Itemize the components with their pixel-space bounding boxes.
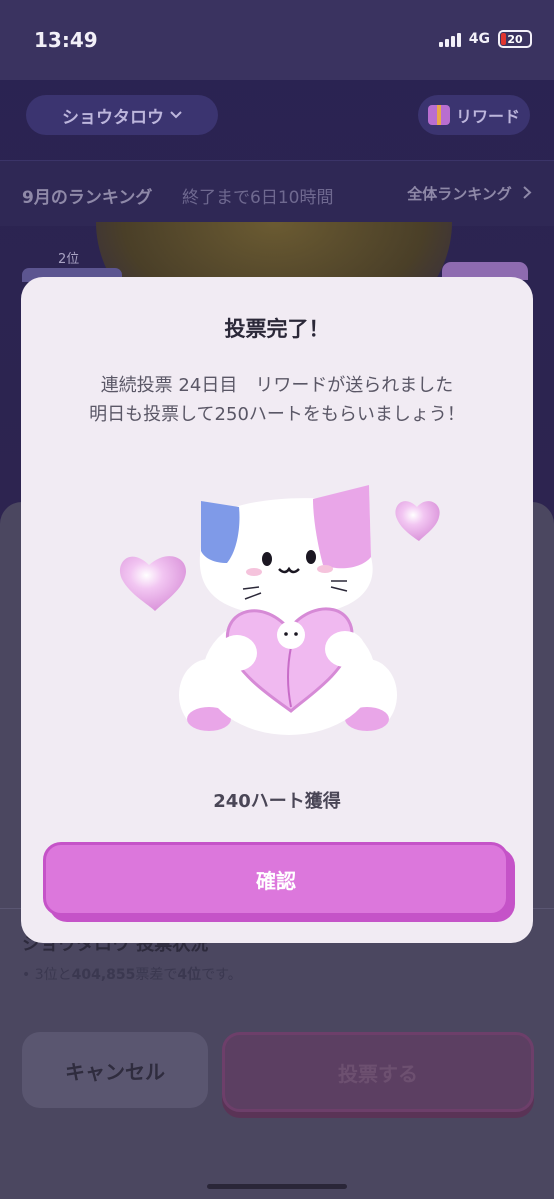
confirm-button[interactable]: 確認 — [43, 842, 509, 916]
network-type: 4G — [468, 31, 490, 47]
battery-level: 20 — [507, 32, 523, 46]
group-name: ショウタロウ — [62, 107, 164, 128]
heart-icon-right — [395, 501, 440, 541]
gift-icon — [427, 105, 450, 125]
status-mid: 票差で — [135, 967, 178, 983]
group-selector-button[interactable]: ショウタロウ — [26, 95, 218, 135]
status-prefix: • 3位と — [22, 967, 72, 983]
status-time: 13:49 — [34, 28, 98, 52]
rank-second-label: 2位 — [58, 252, 80, 267]
status-suffix: です。 — [201, 967, 242, 983]
ranking-bar: 9月のランキング 終了まで6日10時間 全体ランキング — [0, 160, 554, 226]
cat-mascot-illustration — [119, 485, 440, 735]
current-rank: 4位 — [177, 967, 202, 983]
chevron-right-icon — [523, 186, 532, 199]
modal-title: 投票完了！ — [224, 317, 330, 341]
gap-votes: 404,855 — [71, 967, 136, 983]
modal-message: 連続投票 24日目 リワードが送られました 明日も投票して250ハートをもらいま… — [21, 371, 533, 429]
reward-button[interactable]: リワード — [418, 95, 530, 135]
all-ranking-label: 全体ランキング — [407, 185, 512, 203]
status-bar: 13:49 4G 20 — [0, 0, 554, 80]
modal-message-line2: 明日も投票して250ハートをもらいましょう！ — [89, 404, 465, 425]
signal-icon — [438, 31, 461, 47]
heart-icon-left — [119, 556, 187, 611]
all-ranking-link[interactable]: 全体ランキング — [407, 183, 532, 204]
chevron-down-icon — [170, 111, 182, 119]
cancel-button[interactable]: キャンセル — [22, 1032, 208, 1108]
status-indicators: 4G 20 — [438, 30, 532, 48]
battery-icon: 20 — [498, 30, 532, 48]
ranking-remaining: 終了まで6日10時間 — [182, 188, 334, 208]
vote-button[interactable]: 投票する — [222, 1032, 534, 1112]
modal-message-line1: 連続投票 24日目 リワードが送られました — [100, 375, 454, 396]
ranking-title: 9月のランキング — [22, 188, 153, 208]
reward-result: 240ハート獲得 — [213, 791, 341, 812]
reward-label: リワード — [455, 107, 520, 126]
app-header: ショウタロウ リワード — [0, 95, 554, 135]
home-indicator — [207, 1184, 347, 1189]
vote-complete-modal: 投票完了！ 連続投票 24日目 リワードが送られました 明日も投票して250ハー… — [21, 277, 533, 943]
vote-status-detail: • 3位と404,855票差で4位です。 — [22, 964, 242, 984]
